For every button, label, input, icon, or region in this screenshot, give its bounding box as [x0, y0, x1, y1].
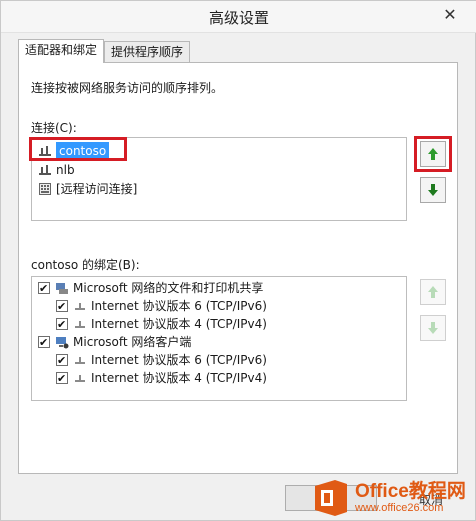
arrow-up-icon — [428, 286, 438, 298]
connection-item-remote-access[interactable]: [远程访问连接] — [38, 180, 137, 198]
binding-item[interactable]: Internet 协议版本 4 (TCP/IPv4) — [56, 369, 267, 388]
binding-label: Internet 协议版本 6 (TCP/IPv6) — [91, 299, 267, 313]
binding-label: Internet 协议版本 6 (TCP/IPv6) — [91, 353, 267, 367]
arrow-up-icon — [428, 148, 438, 160]
binding-item[interactable]: Internet 协议版本 4 (TCP/IPv4) — [56, 315, 267, 334]
arrow-down-icon — [428, 322, 438, 334]
binding-checkbox[interactable] — [56, 298, 68, 316]
move-down-button[interactable] — [420, 177, 446, 203]
binding-item[interactable]: Microsoft 网络的文件和打印机共享 — [38, 279, 264, 298]
protocol-icon — [73, 371, 87, 385]
binding-move-up-button[interactable] — [420, 279, 446, 305]
description-text: 连接按被网络服务访问的顺序排列。 — [31, 81, 224, 95]
arrow-down-icon — [428, 184, 438, 196]
connection-label: contoso — [56, 142, 110, 160]
binding-item[interactable]: Internet 协议版本 6 (TCP/IPv6) — [56, 297, 267, 316]
ok-button[interactable] — [285, 485, 377, 511]
binding-label: Microsoft 网络的文件和打印机共享 — [73, 281, 264, 295]
network-adapter-icon — [38, 144, 52, 158]
connections-list[interactable]: contoso nlb [远程访问连接] — [31, 137, 407, 221]
connections-label: 连接(C): — [31, 121, 77, 135]
advanced-settings-dialog: 高级设置 ✕ 适配器和绑定 提供程序顺序 连接按被网络服务访问的顺序排列。 连接… — [0, 0, 476, 521]
network-adapter-icon — [38, 163, 52, 177]
tab-adapters-and-bindings[interactable]: 适配器和绑定 — [18, 39, 105, 63]
window-title: 高级设置 — [208, 9, 269, 27]
tab-provider-order[interactable]: 提供程序顺序 — [104, 41, 191, 63]
tab-panel: 连接按被网络服务访问的顺序排列。 连接(C): contoso nlb [远程访… — [18, 62, 458, 474]
connection-item-contoso[interactable]: contoso — [38, 142, 110, 160]
network-client-icon — [55, 335, 69, 349]
connection-label: nlb — [56, 163, 75, 177]
binding-item[interactable]: Microsoft 网络客户端 — [38, 333, 192, 352]
binding-label: Microsoft 网络客户端 — [73, 335, 192, 349]
binding-checkbox[interactable] — [38, 280, 50, 298]
connection-item-nlb[interactable]: nlb — [38, 161, 75, 179]
binding-checkbox[interactable] — [56, 316, 68, 334]
bindings-label: contoso 的绑定(B): — [31, 258, 140, 272]
move-up-button[interactable] — [420, 141, 446, 167]
binding-checkbox[interactable] — [56, 352, 68, 370]
protocol-icon — [73, 299, 87, 313]
bindings-list[interactable]: Microsoft 网络的文件和打印机共享 Internet 协议版本 6 (T… — [31, 276, 407, 401]
binding-checkbox[interactable] — [38, 334, 50, 352]
title-bar: 高级设置 ✕ — [1, 1, 476, 33]
cancel-button[interactable]: 取消 — [419, 491, 443, 508]
binding-checkbox[interactable] — [56, 370, 68, 388]
remote-access-icon — [38, 182, 52, 196]
binding-label: Internet 协议版本 4 (TCP/IPv4) — [91, 317, 267, 331]
connection-label: [远程访问连接] — [56, 182, 138, 196]
binding-item[interactable]: Internet 协议版本 6 (TCP/IPv6) — [56, 351, 267, 370]
protocol-icon — [73, 353, 87, 367]
binding-move-down-button[interactable] — [420, 315, 446, 341]
file-printer-sharing-icon — [55, 281, 69, 295]
protocol-icon — [73, 317, 87, 331]
binding-label: Internet 协议版本 4 (TCP/IPv4) — [91, 371, 267, 385]
close-button[interactable]: ✕ — [439, 5, 461, 25]
